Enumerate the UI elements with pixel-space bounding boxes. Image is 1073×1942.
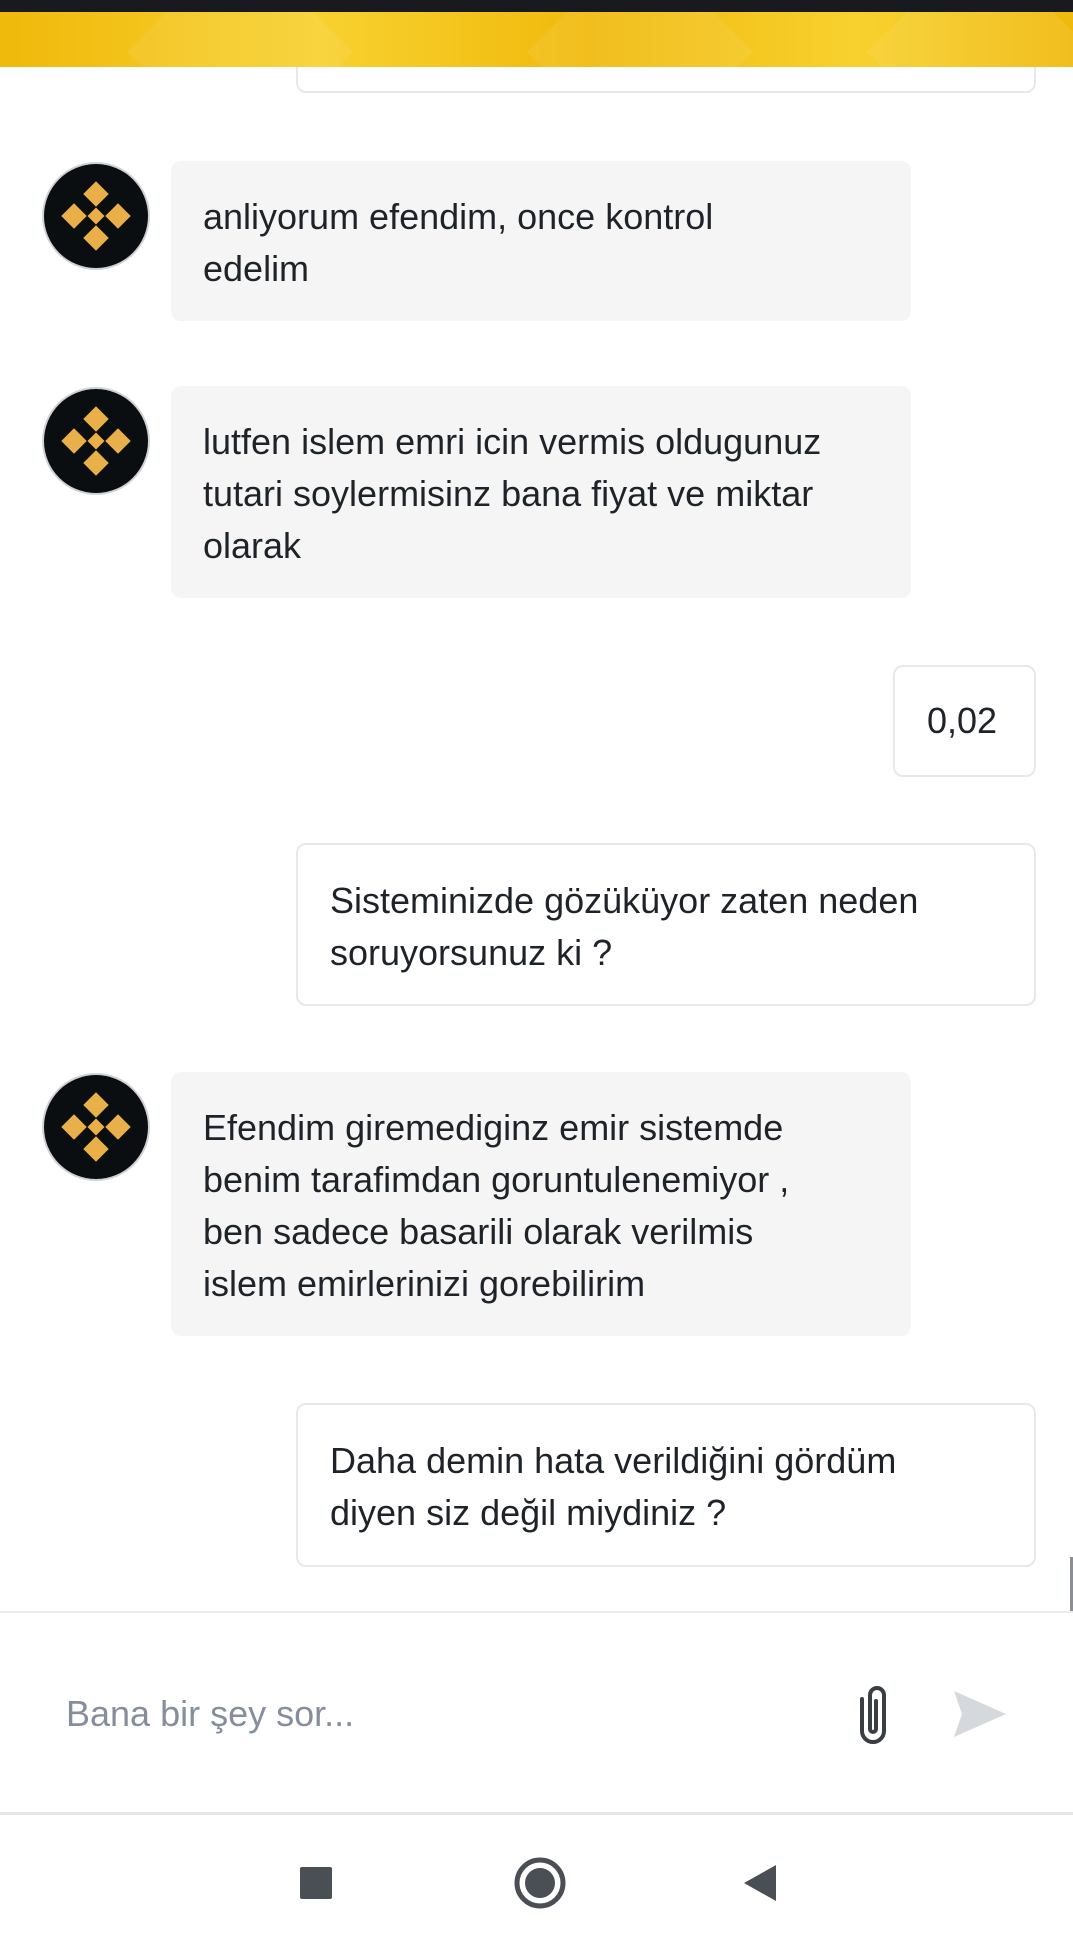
- binance-logo-icon: [61, 406, 131, 476]
- bot-message: Efendim giremediginz emir sistemde benim…: [171, 1072, 911, 1336]
- message-input[interactable]: [64, 1683, 788, 1745]
- chat-thread[interactable]: anliyorum efendim, once kontrol edelim l…: [0, 67, 1073, 1612]
- user-message-partial: [296, 67, 1036, 93]
- recent-apps-button[interactable]: [286, 1853, 346, 1913]
- agent-avatar: [44, 164, 148, 268]
- message-composer: [0, 1613, 1073, 1813]
- binance-logo-icon: [61, 1092, 131, 1162]
- user-message: Sisteminizde gözüküyor zaten neden soruy…: [296, 843, 1036, 1006]
- home-icon: [514, 1857, 566, 1909]
- user-message: 0,02: [893, 665, 1036, 777]
- header-banner: [0, 12, 1073, 67]
- agent-avatar: [44, 1075, 148, 1179]
- back-icon: [744, 1865, 776, 1901]
- recent-apps-icon: [300, 1867, 332, 1899]
- attach-button[interactable]: [848, 1679, 898, 1751]
- system-navigation-bar: [0, 1815, 1073, 1942]
- send-icon: [954, 1691, 1006, 1737]
- user-message: Daha demin hata verildiğini gördüm diyen…: [296, 1403, 1036, 1567]
- binance-logo-icon: [61, 181, 131, 251]
- send-button[interactable]: [950, 1687, 1010, 1741]
- back-button[interactable]: [730, 1853, 790, 1913]
- agent-avatar: [44, 389, 148, 493]
- status-bar: [0, 0, 1073, 12]
- bot-message: lutfen islem emri icin vermis oldugunuz …: [171, 386, 911, 598]
- paperclip-icon: [860, 1686, 886, 1744]
- home-button[interactable]: [510, 1853, 570, 1913]
- bot-message: anliyorum efendim, once kontrol edelim: [171, 161, 911, 321]
